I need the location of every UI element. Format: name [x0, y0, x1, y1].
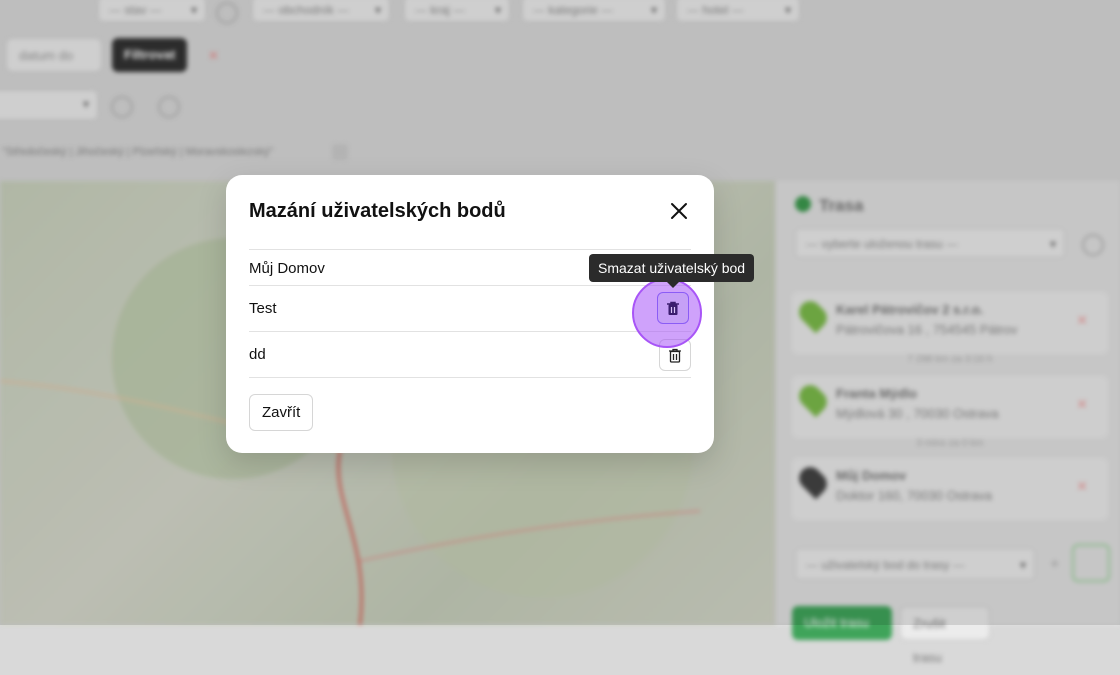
close-icon[interactable] [667, 199, 691, 223]
list-item: Test [249, 286, 691, 332]
point-name: Můj Domov [249, 260, 325, 277]
trash-icon [669, 348, 681, 363]
list-item: dd [249, 332, 691, 378]
tooltip: Smazat uživatelský bod [589, 254, 755, 288]
delete-point-button[interactable] [657, 292, 689, 324]
close-button[interactable]: Zavřít [249, 394, 314, 431]
point-name: Test [249, 300, 277, 317]
point-name: dd [249, 346, 266, 363]
modal-title: Mazání uživatelských bodů [249, 200, 506, 222]
trash-icon [667, 301, 679, 315]
